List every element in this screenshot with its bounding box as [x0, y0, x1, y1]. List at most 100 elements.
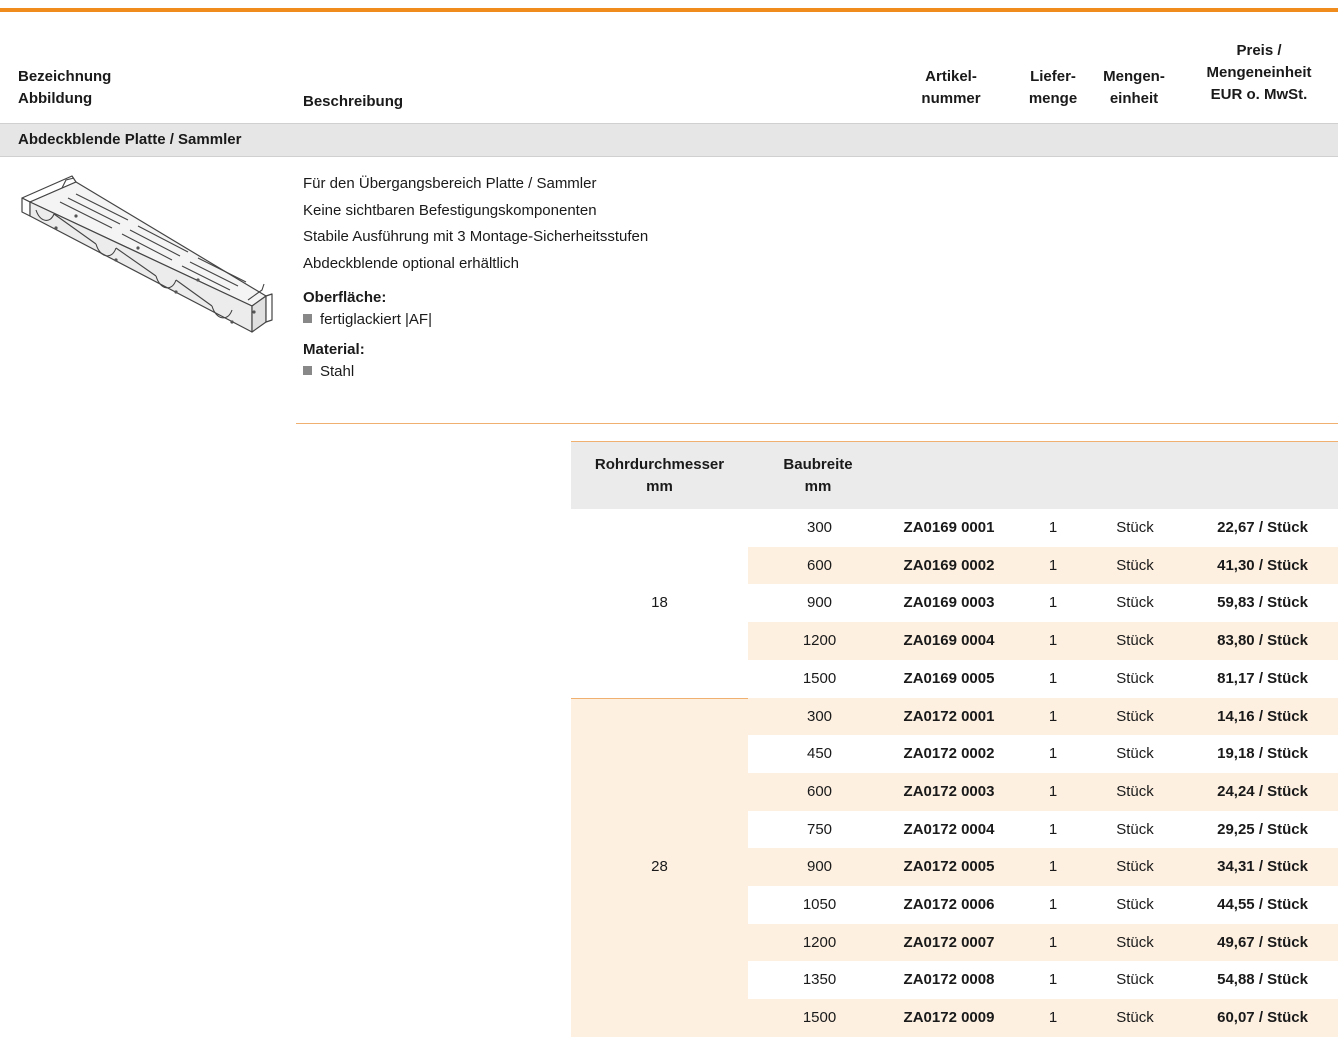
bullet-square-icon: [303, 366, 312, 375]
diameter-value: 18: [651, 594, 668, 612]
delivery-qty-cell: 1: [1048, 971, 1058, 989]
width-cell: 300: [806, 519, 833, 536]
price-cell: 29,25 / Stück: [1217, 820, 1308, 838]
article-number-cell: ZA0169 0003: [903, 594, 995, 612]
delivery-qty-cell: 1: [1048, 1009, 1058, 1027]
header-article-column: Artikel- nummer: [905, 66, 997, 110]
width-cell: 1500: [802, 669, 837, 687]
header-delivery-column: Liefer- menge: [1020, 66, 1086, 110]
diameter-group: 18: [571, 509, 748, 698]
delivery-qty-cell: 1: [1048, 858, 1058, 876]
price-cell: 41,30 / Stück: [1217, 556, 1308, 574]
table-row: 300 ZA0172 0001 1 Stück 14,16 / Stück: [748, 697, 1338, 736]
width-cell: 900: [806, 858, 833, 876]
width-cell: 600: [806, 556, 833, 574]
table-row: 600 ZA0172 0003 1 Stück 24,24 / Stück: [748, 772, 1338, 811]
table-row: 1500 ZA0172 0009 1 Stück 60,07 / Stück: [748, 999, 1338, 1037]
delivery-qty-cell: 1: [1048, 556, 1058, 574]
price-cell: 34,31 / Stück: [1217, 858, 1308, 876]
delivery-qty-cell: 1: [1048, 933, 1058, 951]
header-label: Mengeneinheit: [1206, 64, 1312, 81]
description-line: Keine sichtbaren Befestigungskomponenten: [303, 201, 597, 219]
header-label: Rohrdurchmesser: [594, 456, 725, 473]
price-cell: 60,07 / Stück: [1217, 1009, 1308, 1027]
delivery-qty-cell: 1: [1048, 632, 1058, 650]
price-cell: 59,83 / Stück: [1217, 594, 1308, 612]
unit-cell: Stück: [1116, 707, 1154, 725]
article-number-cell: ZA0169 0001: [903, 519, 995, 536]
header-description-column: Beschreibung: [303, 91, 403, 113]
table-row: 1200 ZA0169 0004 1 Stück 83,80 / Stück: [748, 622, 1338, 660]
width-cell: 1050: [802, 896, 837, 913]
article-number-cell: ZA0169 0005: [903, 669, 995, 687]
unit-cell: Stück: [1116, 933, 1154, 951]
header-label: mm: [646, 478, 673, 495]
article-number-cell: ZA0169 0002: [903, 556, 995, 574]
bullet-square-icon: [303, 314, 312, 323]
table-row: 1350 ZA0172 0008 1 Stück 54,88 / Stück: [748, 961, 1338, 999]
top-accent-bar: [0, 8, 1338, 12]
header-label: Baubreite: [783, 456, 853, 473]
article-number-cell: ZA0172 0008: [903, 971, 995, 989]
header-label: Preis /: [1236, 42, 1282, 59]
section-divider: [296, 423, 1338, 424]
header-unit-column: Mengen- einheit: [1094, 66, 1174, 110]
surface-item: fertiglackiert |AF|: [303, 309, 648, 331]
article-number-cell: ZA0169 0004: [903, 632, 995, 650]
article-number-cell: ZA0172 0002: [903, 745, 995, 763]
header-label: menge: [1028, 90, 1078, 107]
table-row: 750 ZA0172 0004 1 Stück 29,25 / Stück: [748, 811, 1338, 849]
price-cell: 83,80 / Stück: [1217, 632, 1308, 650]
price-cell: 44,55 / Stück: [1217, 896, 1308, 913]
delivery-qty-cell: 1: [1048, 896, 1058, 913]
price-cell: 22,67 / Stück: [1217, 519, 1308, 536]
width-cell: 1200: [802, 632, 837, 650]
price-cell: 49,67 / Stück: [1217, 933, 1308, 951]
group-divider: [571, 697, 748, 699]
article-number-cell: ZA0172 0007: [903, 933, 995, 951]
header-label: Liefer-: [1030, 68, 1076, 85]
header-label: Bezeichnung: [18, 68, 112, 85]
header-label: Beschreibung: [303, 93, 404, 110]
unit-cell: Stück: [1116, 858, 1154, 876]
header-label: nummer: [921, 90, 981, 107]
description-line: Für den Übergangsbereich Platte / Sammle…: [303, 175, 597, 192]
unit-cell: Stück: [1116, 896, 1154, 913]
unit-cell: Stück: [1116, 971, 1154, 989]
material-value: Stahl: [320, 363, 355, 380]
table-row: 900 ZA0172 0005 1 Stück 34,31 / Stück: [748, 848, 1338, 886]
article-number-cell: ZA0172 0006: [903, 896, 995, 913]
price-cell: 19,18 / Stück: [1217, 745, 1308, 763]
delivery-qty-cell: 1: [1048, 669, 1058, 687]
table-row: 1050 ZA0172 0006 1 Stück 44,55 / Stück: [748, 886, 1338, 924]
width-cell: 900: [806, 594, 833, 612]
material-label: Material:: [303, 341, 365, 358]
corrugated-cover-plate-drawing-icon: [21, 175, 273, 333]
header-label: einheit: [1109, 90, 1159, 107]
table-row: 450 ZA0172 0002 1 Stück 19,18 / Stück: [748, 735, 1338, 773]
delivery-qty-cell: 1: [1048, 782, 1058, 800]
article-number-cell: ZA0172 0005: [903, 858, 995, 876]
unit-cell: Stück: [1116, 519, 1154, 536]
price-cell: 81,17 / Stück: [1217, 669, 1308, 687]
header-price-column: Preis / Mengeneinheit EUR o. MwSt.: [1180, 40, 1338, 106]
header-label: mm: [804, 478, 832, 495]
header-name-column: Bezeichnung Abbildung: [18, 66, 111, 110]
unit-cell: Stück: [1116, 820, 1154, 838]
description-line: Abdeckblende optional erhältlich: [303, 254, 519, 272]
unit-cell: Stück: [1116, 782, 1154, 800]
article-number-cell: ZA0172 0009: [903, 1009, 995, 1027]
delivery-qty-cell: 1: [1048, 519, 1058, 536]
delivery-qty-cell: 1: [1048, 707, 1058, 725]
material-item: Stahl: [303, 361, 648, 383]
table-row: 600 ZA0169 0002 1 Stück 41,30 / Stück: [748, 546, 1338, 585]
unit-cell: Stück: [1116, 669, 1154, 687]
section-header: Abdeckblende Platte / Sammler: [0, 123, 1338, 157]
delivery-qty-cell: 1: [1048, 594, 1058, 612]
delivery-qty-cell: 1: [1048, 820, 1058, 838]
table-row: 1500 ZA0169 0005 1 Stück 81,17 / Stück: [748, 660, 1338, 698]
surface-label: Oberfläche:: [303, 289, 387, 306]
width-cell: 750: [806, 820, 833, 838]
unit-cell: Stück: [1116, 594, 1154, 612]
price-cell: 14,16 / Stück: [1217, 707, 1308, 725]
